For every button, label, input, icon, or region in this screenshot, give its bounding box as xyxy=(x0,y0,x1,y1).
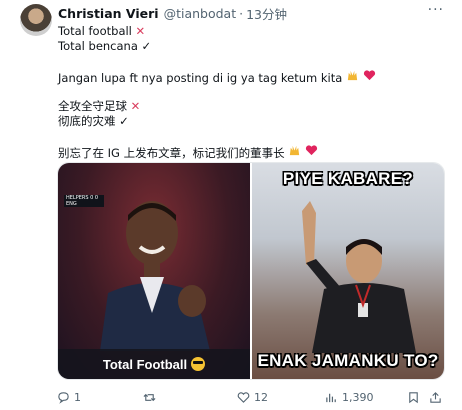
text-line: Total bencana ✓ xyxy=(58,39,448,54)
raising-hands-icon xyxy=(290,145,300,156)
action-bar: 1 12 1,390 xyxy=(57,388,445,406)
reply-count: 1 xyxy=(74,390,81,404)
views-icon xyxy=(326,393,336,402)
text-line: 别忘了在 IG 上发布文章，标记我们的董事长 xyxy=(58,144,448,160)
separator-dot: · xyxy=(239,5,244,21)
meme-bottom-text: ENAK JAMANKU TO? xyxy=(257,351,439,370)
avatar[interactable] xyxy=(20,4,52,36)
heart-icon xyxy=(363,70,375,81)
text-line: Total football ✕ xyxy=(58,24,448,39)
text-line: 彻底的灾难 ✓ xyxy=(58,114,448,129)
reply-button[interactable]: 1 xyxy=(57,391,81,404)
media-image-left[interactable]: HELPERS 0 0 ENG Total Football xyxy=(58,163,250,379)
text-line: 全攻全守足球 ✕ xyxy=(58,99,448,114)
timestamp[interactable]: 13分钟 xyxy=(246,4,287,23)
bookmark-button[interactable] xyxy=(407,391,420,404)
text-line-5: 彻底的灾难 xyxy=(58,114,116,128)
retweet-button[interactable] xyxy=(143,391,160,404)
reply-icon xyxy=(58,391,69,404)
media-grid[interactable]: HELPERS 0 0 ENG Total Football PIYE KABA… xyxy=(57,162,445,380)
person-illustration xyxy=(302,201,416,353)
text-line: Jangan lupa ft nya posting di ig ya tag … xyxy=(58,69,448,85)
cross-mark-icon: ✕ xyxy=(130,99,141,113)
text-line-6: 别忘了在 IG 上发布文章，标记我们的董事长 xyxy=(58,146,285,160)
media-image-right[interactable]: PIYE KABARE? ENAK JAMANKU TO? xyxy=(252,163,444,379)
bookmark-icon xyxy=(409,391,418,403)
check-mark-icon: ✓ xyxy=(141,39,152,53)
meme-top-text: PIYE KABARE? xyxy=(282,169,414,188)
share-button[interactable] xyxy=(429,391,442,404)
caption-text: Total Football xyxy=(102,356,188,372)
tweet-header: Christian Vieri @tianbodat · 13分钟 xyxy=(58,4,446,22)
share-icon xyxy=(430,391,441,403)
like-count: 12 xyxy=(254,390,268,404)
like-icon xyxy=(237,391,250,403)
check-mark-icon: ✓ xyxy=(119,114,129,128)
text-line-1: Total football xyxy=(58,24,132,38)
text-line-3: Jangan lupa ft nya posting di ig ya tag … xyxy=(58,71,343,85)
views-button[interactable]: 1,390 xyxy=(325,391,374,404)
views-count: 1,390 xyxy=(342,390,374,404)
caption-bar: Total Football xyxy=(58,349,250,379)
tweet[interactable]: Christian Vieri @tianbodat · 13分钟 ··· To… xyxy=(0,0,462,410)
more-icon[interactable]: ··· xyxy=(428,2,444,18)
sunglasses-emoji-icon xyxy=(191,357,206,371)
tweet-text: Total football ✕ Total bencana ✓ Jangan … xyxy=(58,24,448,160)
heart-icon xyxy=(305,145,318,156)
cross-mark-icon: ✕ xyxy=(135,24,146,38)
author-handle[interactable]: @tianbodat xyxy=(164,6,237,21)
person-illustration xyxy=(100,201,210,351)
scoreboard-overlay: HELPERS 0 0 ENG xyxy=(64,195,104,207)
text-line-2: Total bencana xyxy=(58,39,138,53)
raising-hands-icon xyxy=(347,70,358,81)
like-button[interactable]: 12 xyxy=(237,391,268,404)
retweet-icon xyxy=(143,393,156,401)
author-name[interactable]: Christian Vieri xyxy=(58,6,159,21)
text-line-4: 全攻全守足球 xyxy=(58,99,127,113)
